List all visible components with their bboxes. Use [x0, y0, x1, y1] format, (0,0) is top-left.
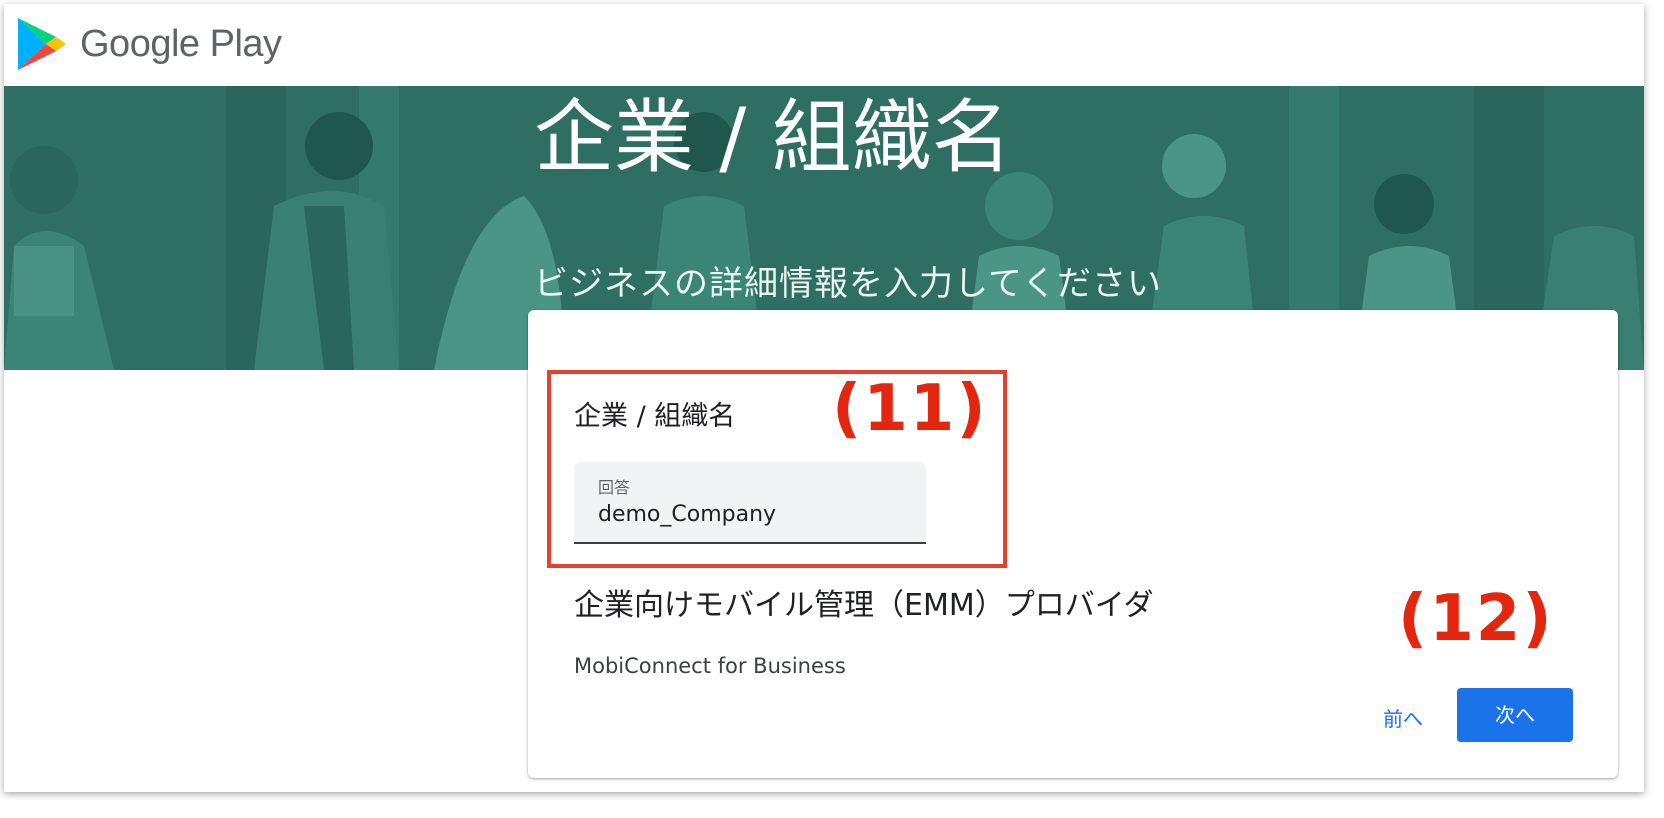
answer-label: 回答: [598, 478, 631, 497]
page-title: 企業 / 組織名: [534, 91, 1012, 184]
emm-provider-value: MobiConnect for Business: [574, 654, 846, 678]
brand-name: Google Play: [80, 22, 282, 65]
company-name-value[interactable]: demo_Company: [598, 502, 776, 527]
google-play-logo[interactable]: Google Play: [16, 16, 282, 72]
company-name-label: 企業 / 組織名: [574, 401, 736, 432]
previous-button[interactable]: 前へ: [1368, 696, 1438, 742]
page-subtitle: ビジネスの詳細情報を入力してください: [534, 264, 1162, 304]
next-button[interactable]: 次へ: [1457, 688, 1573, 742]
browser-frame: Google Play 企業 / 組織名 ビジネスの詳細情報を入力してください …: [4, 4, 1644, 792]
annotation-label-12: (12): [1398, 582, 1554, 656]
google-play-logo-icon: [18, 18, 66, 70]
top-bar: Google Play: [4, 4, 1644, 86]
company-name-field[interactable]: 回答 demo_Company: [574, 462, 926, 544]
form-card: 企業 / 組織名 回答 demo_Company 企業向けモバイル管理（EMM）…: [528, 310, 1618, 778]
annotation-label-11: (11): [832, 372, 988, 446]
emm-provider-label: 企業向けモバイル管理（EMM）プロバイダ: [574, 588, 1154, 623]
